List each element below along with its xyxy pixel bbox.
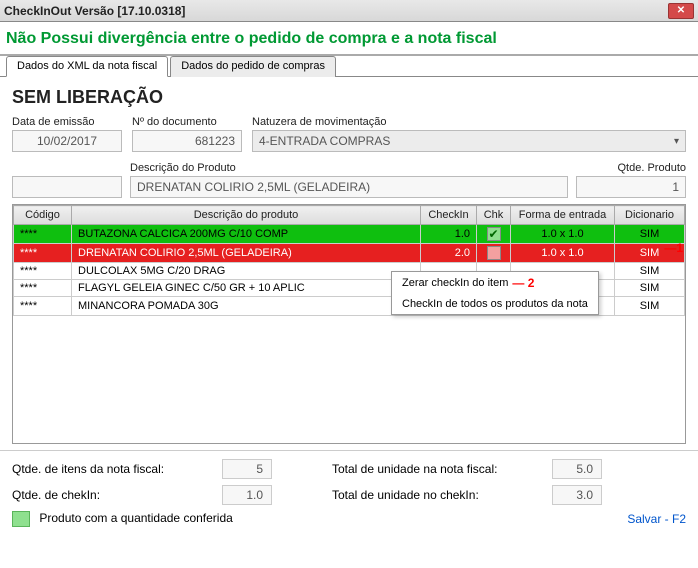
annotation-2: — 2 [512,276,534,290]
tabs: Dados do XML da nota fiscal Dados do ped… [0,55,698,77]
select-natureza-value: 4-ENTRADA COMPRAS [259,134,390,148]
label-num-doc: Nº do documento [132,116,242,128]
col-checkin[interactable]: CheckIn [421,206,477,225]
cell-forma: 1.0 x 1.0 [511,244,615,263]
input-num-doc[interactable] [132,130,242,152]
cell-checkin: 1.0 [421,225,477,244]
input-descricao[interactable] [130,176,568,198]
input-codigo[interactable] [12,176,122,198]
col-dicionario[interactable]: Dicionario [615,206,685,225]
cell-descricao: DRENATAN COLIRIO 2,5ML (GELADEIRA) [72,244,421,263]
value-total-unidade-checkin: 3.0 [552,485,602,505]
save-button[interactable]: Salvar - F2 [627,512,686,526]
status-message: Não Possui divergência entre o pedido de… [0,22,698,56]
grid-header-row: Código Descrição do produto CheckIn Chk … [14,206,685,225]
cell-forma: 1.0 x 1.0 [511,225,615,244]
col-codigo[interactable]: Código [14,206,72,225]
menu-zerar-checkin[interactable]: Zerar checkIn do item — 2 [392,272,598,294]
summary-panel: Qtde. de itens da nota fiscal: 5 Total d… [0,450,698,535]
select-natureza[interactable]: 4-ENTRADA COMPRAS ▾ [252,130,686,152]
tab-xml-nota[interactable]: Dados do XML da nota fiscal [6,56,168,77]
label-total-unidade-checkin: Total de unidade no chekIn: [332,488,552,502]
cell-dicionario: SIM [615,263,685,280]
table-row[interactable]: **** DRENATAN COLIRIO 2,5ML (GELADEIRA) … [14,244,685,263]
label-qtde-checkin: Qtde. de chekIn: [12,488,222,502]
grid-container: Código Descrição do produto CheckIn Chk … [12,204,686,444]
legend: Produto com a quantidade conferida [12,511,233,527]
section-title: SEM LIBERAÇÃO [12,87,686,108]
label-total-unidade-nota: Total de unidade na nota fiscal: [332,462,552,476]
label-natureza: Natuzera de movimentação [252,116,686,128]
cell-descricao: BUTAZONA CALCICA 200MG C/10 COMP [72,225,421,244]
col-chk[interactable]: Chk [477,206,511,225]
checkbox-icon: ✔ [487,227,501,241]
col-forma[interactable]: Forma de entrada [511,206,615,225]
window-titlebar: CheckInOut Versão [17.10.0318] ✕ [0,0,698,22]
menu-item-label: CheckIn de todos os produtos da nota [402,298,588,310]
col-descricao[interactable]: Descrição do produto [72,206,421,225]
label-data-emissao: Data de emissão [12,116,122,128]
cell-descricao: FLAGYL GELEIA GINEC C/50 GR + 10 APLIC [72,280,421,297]
cell-checkin: 2.0 [421,244,477,263]
cell-dicionario: SIM [615,297,685,316]
cell-codigo: **** [14,263,72,280]
context-menu: Zerar checkIn do item — 2 CheckIn de tod… [391,271,599,315]
menu-checkin-todos[interactable]: CheckIn de todos os produtos da nota [392,294,598,314]
cell-chk[interactable]: ✔ [477,225,511,244]
label-qtde-produto: Qtde. Produto [576,162,686,174]
label-descricao: Descrição do Produto [130,162,568,174]
cell-chk[interactable] [477,244,511,263]
cell-codigo: **** [14,280,72,297]
value-total-unidade-nota: 5.0 [552,459,602,479]
cell-descricao: DULCOLAX 5MG C/20 DRAG [72,263,421,280]
cell-dicionario: SIM [615,280,685,297]
checkbox-icon [487,246,501,260]
chevron-down-icon: ▾ [674,136,679,147]
cell-descricao: MINANCORA POMADA 30G [72,297,421,316]
window-title: CheckInOut Versão [17.10.0318] [4,4,668,18]
annotation-1: —1 [664,241,683,255]
legend-swatch-icon [12,511,30,527]
label-qtde-itens: Qtde. de itens da nota fiscal: [12,462,222,476]
value-qtde-itens: 5 [222,459,272,479]
menu-item-label: Zerar checkIn do item [402,277,508,289]
table-row[interactable]: **** BUTAZONA CALCICA 200MG C/10 COMP 1.… [14,225,685,244]
tab-pedido-compras[interactable]: Dados do pedido de compras [170,56,336,77]
legend-text: Produto com a quantidade conferida [39,511,232,525]
close-button[interactable]: ✕ [668,3,694,19]
value-qtde-checkin: 1.0 [222,485,272,505]
input-qtde-produto[interactable] [576,176,686,198]
panel-xml: SEM LIBERAÇÃO Data de emissão Nº do docu… [0,77,698,450]
input-data-emissao[interactable] [12,130,122,152]
cell-codigo: **** [14,297,72,316]
cell-codigo: **** [14,244,72,263]
cell-codigo: **** [14,225,72,244]
